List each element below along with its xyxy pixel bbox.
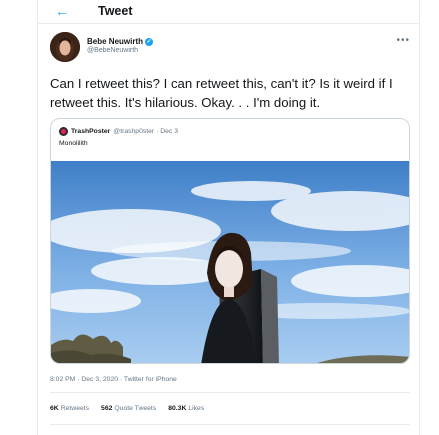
retweets-label: Retweets — [60, 405, 90, 412]
author-avatar[interactable] — [50, 32, 80, 62]
quoted-author-avatar — [59, 126, 68, 136]
tweet-detail-column: ← Tweet Bebe Neuwirth ✓ @BebeNeuwirth ••… — [37, 0, 420, 435]
quoted-tweet-header: TrashPoster @trashp0ster · Dec 3 — [59, 126, 178, 136]
author-handle[interactable]: @BebeNeuwirth — [87, 47, 138, 54]
tweet-author: Bebe Neuwirth ✓ @BebeNeuwirth ••• — [50, 32, 410, 62]
quoted-author-name: TrashPoster — [71, 127, 111, 135]
quote-tweets-count: 562 — [101, 405, 113, 412]
tweet-stats: 6K Retweets 562 Quote Tweets 80.3K Likes — [50, 405, 204, 412]
quoted-author-handle-date: @trashp0ster · Dec 3 — [113, 127, 178, 135]
likes-stat[interactable]: 80.3K Likes — [168, 405, 204, 412]
quoted-tweet[interactable]: TrashPoster @trashp0ster · Dec 3 Monolil… — [50, 118, 410, 364]
verified-badge-icon: ✓ — [145, 37, 154, 46]
quote-tweets-stat[interactable]: 562 Quote Tweets — [101, 405, 156, 412]
page-header: ← Tweet — [38, 0, 419, 24]
tweet-text: Can I retweet this? I can retweet this, … — [50, 76, 393, 110]
author-name-row: Bebe Neuwirth ✓ — [87, 37, 154, 46]
divider-bottom — [50, 424, 410, 425]
back-arrow-icon[interactable]: ← — [54, 3, 70, 19]
quote-tweets-label: Quote Tweets — [114, 405, 157, 412]
likes-count: 80.3K — [168, 405, 187, 412]
quoted-tweet-image[interactable] — [51, 161, 410, 364]
tweet-timestamp[interactable]: 8:02 PM · Dec 3, 2020 · Twitter for iPho… — [50, 376, 177, 383]
avatar-portrait-image — [50, 32, 80, 62]
author-name[interactable]: Bebe Neuwirth — [87, 37, 143, 46]
quoted-tweet-text: Monolilith — [59, 140, 88, 147]
page-title: Tweet — [98, 4, 133, 18]
more-horizontal-icon[interactable]: ••• — [396, 35, 410, 46]
likes-label: Likes — [188, 405, 205, 412]
retweets-stat[interactable]: 6K Retweets — [50, 405, 89, 412]
retweets-count: 6K — [50, 405, 59, 412]
divider-top — [50, 392, 410, 393]
